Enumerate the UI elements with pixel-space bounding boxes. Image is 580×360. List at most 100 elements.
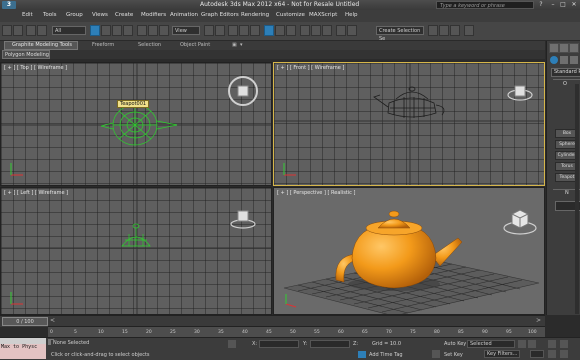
window-crossing-icon[interactable]: [123, 25, 133, 36]
curve-editor-icon[interactable]: [322, 25, 332, 36]
viewport-front[interactable]: [ + ] [ Front ] [ Wireframe ]: [273, 62, 545, 186]
menu-create[interactable]: Create: [115, 12, 133, 18]
viewcube-perspective-icon[interactable]: [500, 202, 540, 242]
viewcube-front-icon[interactable]: [506, 79, 536, 109]
help-icon[interactable]: ?: [536, 1, 546, 9]
pivot-center-icon[interactable]: [204, 25, 214, 36]
menu-views[interactable]: Views: [92, 12, 108, 18]
key-filters-button[interactable]: Key Filters...: [484, 350, 520, 358]
lights-icon[interactable]: [570, 56, 578, 64]
teapot-wireframe-front: [373, 86, 445, 118]
set-key-icon[interactable]: [432, 350, 440, 358]
key-mode-dropdown[interactable]: Selected: [467, 340, 515, 348]
select-and-move-icon[interactable]: [137, 25, 147, 36]
viewport-perspective[interactable]: [ + ] [ Perspective ] [ Realistic ]: [273, 187, 545, 315]
slider-next-icon[interactable]: >: [536, 317, 541, 324]
teapot-render-icon[interactable]: [464, 25, 474, 36]
angle-snap-icon[interactable]: [239, 25, 249, 36]
modify-tab-icon[interactable]: [560, 44, 568, 52]
tab-object-paint[interactable]: Object Paint: [180, 42, 210, 48]
layer-manager-icon[interactable]: [300, 25, 310, 36]
reference-coordinate-dropdown[interactable]: View: [172, 26, 200, 35]
maximize-viewport-icon[interactable]: [560, 350, 568, 358]
menu-graph-editors[interactable]: Graph Editors: [201, 12, 239, 18]
tab-freeform[interactable]: Freeform: [92, 42, 114, 48]
orbit-icon[interactable]: [548, 350, 556, 358]
render-setup-icon[interactable]: [428, 25, 438, 36]
render-production-icon[interactable]: [450, 25, 460, 36]
viewcube-left-icon[interactable]: [229, 204, 259, 234]
ribbon-options-icon[interactable]: ▣: [232, 42, 237, 48]
y-coordinate-field[interactable]: [310, 340, 350, 348]
tick-label: 5: [74, 330, 77, 335]
viewport-top[interactable]: [ + ] [ Top ] [ Wireframe ] Teapot001: [0, 62, 272, 186]
named-selection-set-dropdown[interactable]: Create Selection Se: [376, 26, 424, 42]
close-icon[interactable]: ✕: [569, 1, 579, 9]
shapes-icon[interactable]: [560, 56, 568, 64]
app-logo-icon[interactable]: 3: [2, 1, 16, 9]
auto-key-button[interactable]: Auto Key: [444, 341, 466, 347]
tab-graphite-modeling-tools[interactable]: Graphite Modeling Tools: [12, 42, 72, 48]
create-tab-icon[interactable]: [550, 44, 558, 52]
viewport-left[interactable]: [ + ] [ Left ] [ Wireframe ]: [0, 187, 272, 315]
hierarchy-tab-icon[interactable]: [570, 44, 578, 52]
menu-customize[interactable]: Customize: [276, 12, 305, 18]
current-frame-field[interactable]: [530, 350, 544, 358]
select-by-name-icon[interactable]: [101, 25, 111, 36]
x-coordinate-field[interactable]: [259, 340, 299, 348]
polygon-modeling-button[interactable]: Polygon Modeling: [2, 50, 50, 59]
time-tag-icon[interactable]: [358, 351, 366, 358]
link-icon[interactable]: [26, 25, 36, 36]
maximize-icon[interactable]: □: [558, 1, 568, 9]
snaps-toggle-icon[interactable]: [228, 25, 238, 36]
lock-selection-icon[interactable]: [228, 340, 236, 348]
viewcube-top-icon[interactable]: [225, 73, 265, 113]
select-and-scale-icon[interactable]: [159, 25, 169, 36]
menu-group[interactable]: Group: [66, 12, 83, 18]
play-icon[interactable]: [528, 340, 536, 348]
menu-rendering[interactable]: Rendering: [241, 12, 269, 18]
selection-filter-dropdown[interactable]: All: [52, 26, 86, 35]
select-and-rotate-icon[interactable]: [148, 25, 158, 36]
material-editor-icon[interactable]: [347, 25, 357, 36]
menu-animation[interactable]: Animation: [170, 12, 198, 18]
geometry-category-dropdown[interactable]: Standard P: [551, 68, 580, 77]
set-key-button[interactable]: Set Key: [444, 352, 463, 358]
menu-modifiers[interactable]: Modifiers: [141, 12, 166, 18]
add-time-tag-button[interactable]: Add Time Tag: [369, 352, 403, 358]
geometry-icon[interactable]: [550, 56, 558, 64]
mirror-icon[interactable]: [275, 25, 285, 36]
tick-label: 35: [218, 330, 224, 335]
redo-icon[interactable]: [13, 25, 23, 36]
menu-edit[interactable]: Edit: [22, 12, 33, 18]
rectangular-selection-icon[interactable]: [112, 25, 122, 36]
unlink-icon[interactable]: [37, 25, 47, 36]
schematic-view-icon[interactable]: [336, 25, 346, 36]
tick-label: 40: [242, 330, 248, 335]
undo-icon[interactable]: [2, 25, 12, 36]
slider-prev-icon[interactable]: <: [50, 317, 55, 324]
command-panel-scrollbar[interactable]: [575, 84, 579, 314]
tab-selection[interactable]: Selection: [138, 42, 161, 48]
select-object-icon[interactable]: [90, 25, 100, 36]
go-to-start-icon[interactable]: [518, 340, 526, 348]
edit-named-selection-icon[interactable]: [264, 25, 274, 36]
menu-tools[interactable]: Tools: [43, 12, 57, 18]
minimize-icon[interactable]: –: [548, 1, 558, 9]
rendered-frame-icon[interactable]: [439, 25, 449, 36]
align-icon[interactable]: [286, 25, 296, 36]
percent-snap-icon[interactable]: [250, 25, 260, 36]
search-input[interactable]: Type a keyword or phrase: [436, 1, 534, 9]
ribbon-dropdown-icon[interactable]: ▾: [240, 42, 243, 48]
object-type-rollout-header[interactable]: O: [563, 81, 567, 87]
menu-help[interactable]: Help: [345, 12, 358, 18]
time-slider-thumb[interactable]: 0 / 100: [2, 317, 48, 326]
maxscript-listener[interactable]: Max to Physc: [0, 344, 46, 359]
zoom-icon[interactable]: [548, 340, 556, 348]
menu-maxscript[interactable]: MAXScript: [309, 12, 337, 18]
pan-icon[interactable]: [560, 340, 568, 348]
name-color-rollout-header[interactable]: N: [565, 190, 569, 196]
command-panel-tabs: [549, 43, 579, 53]
graphite-toggle-icon[interactable]: [311, 25, 321, 36]
select-manipulate-icon[interactable]: [215, 25, 225, 36]
